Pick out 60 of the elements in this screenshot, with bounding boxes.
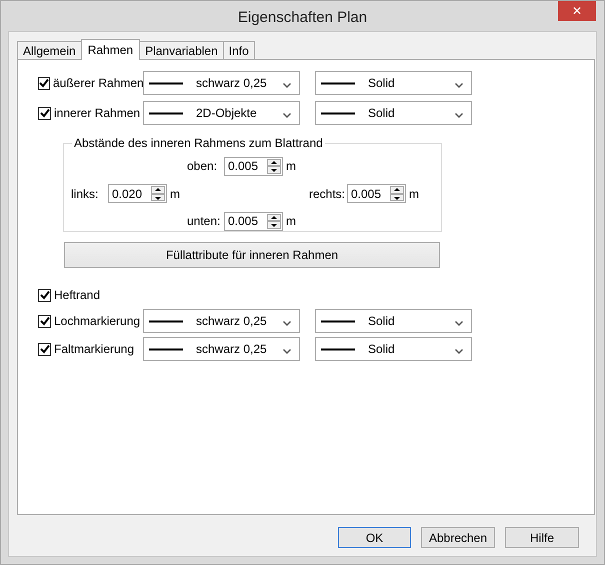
number-field[interactable]: 0.005 <box>347 184 406 203</box>
field-label: unten: <box>187 214 222 228</box>
dropdown[interactable]: Solid <box>315 101 472 125</box>
field-label: oben: <box>187 159 218 173</box>
line-sample-icon <box>149 82 183 84</box>
line-sample-icon <box>321 348 355 350</box>
dialog-button[interactable]: OK <box>338 527 411 548</box>
spin-arrows-icon[interactable] <box>267 158 281 174</box>
field-label: rechts: <box>309 186 346 200</box>
close-button[interactable]: ✕ <box>558 1 596 21</box>
unit-label: m <box>409 186 419 200</box>
dropdown[interactable]: Solid <box>315 337 472 361</box>
number-field[interactable]: 0.020 <box>108 184 167 203</box>
line-sample-icon <box>149 320 183 322</box>
dropdown-value: schwarz 0,25 <box>196 314 268 328</box>
group-title: Abstände des inneren Rahmens zum Blattrand <box>72 136 325 150</box>
tab[interactable]: Rahmen <box>80 39 140 60</box>
field-label: links: <box>71 186 100 200</box>
dialog-button[interactable]: Hilfe <box>505 527 579 548</box>
dropdown[interactable]: schwarz 0,25 <box>143 337 300 361</box>
unit-label: m <box>286 159 296 173</box>
dropdown-value: 2D-Objekte <box>196 106 258 120</box>
tab[interactable]: Allgemein <box>17 41 82 59</box>
checkbox-label: äußerer Rahmen <box>53 76 144 90</box>
unit-label: m <box>286 214 296 228</box>
line-sample-icon <box>321 320 355 322</box>
dropdown[interactable]: schwarz 0,25 <box>143 309 300 333</box>
tab[interactable]: Info <box>222 41 255 59</box>
number-field[interactable]: 0.005 <box>224 156 283 176</box>
spin-arrows-icon[interactable] <box>390 186 404 201</box>
line-sample-icon <box>149 348 183 350</box>
checkbox-label: Lochmarkierung <box>54 314 140 328</box>
dropdown-value: Solid <box>368 342 396 356</box>
unit-label: m <box>170 186 180 200</box>
dropdown-value: schwarz 0,25 <box>196 342 268 356</box>
line-sample-icon <box>321 112 355 114</box>
spin-arrows-icon[interactable] <box>151 186 165 201</box>
line-sample-icon <box>321 82 355 84</box>
dialog-button[interactable]: Abbrechen <box>421 527 495 548</box>
window-title: Eigenschaften Plan <box>238 8 368 26</box>
dropdown[interactable]: Solid <box>315 309 472 333</box>
checkbox[interactable] <box>38 106 51 120</box>
number-field[interactable]: 0.005 <box>224 212 283 230</box>
dropdown[interactable]: Solid <box>315 71 472 95</box>
checkbox[interactable] <box>38 76 50 90</box>
dropdown-value: schwarz 0,25 <box>196 76 268 90</box>
dropdown-value: Solid <box>368 314 396 328</box>
dropdown-value: Solid <box>368 76 396 90</box>
dropdown[interactable]: 2D-Objekte <box>143 101 300 125</box>
spin-arrows-icon[interactable] <box>267 214 281 228</box>
fill-attributes-button[interactable]: Füllattribute für inneren Rahmen <box>64 242 440 268</box>
dropdown-value: Solid <box>368 106 396 120</box>
checkbox[interactable] <box>38 342 51 356</box>
line-sample-icon <box>149 112 183 114</box>
dropdown[interactable]: schwarz 0,25 <box>143 71 300 95</box>
checkbox-label: Faltmarkierung <box>54 342 134 356</box>
checkbox-label: Heftrand <box>54 288 100 302</box>
checkbox[interactable] <box>38 314 51 328</box>
checkbox[interactable] <box>38 288 51 302</box>
checkbox-label: innerer Rahmen <box>54 106 140 120</box>
